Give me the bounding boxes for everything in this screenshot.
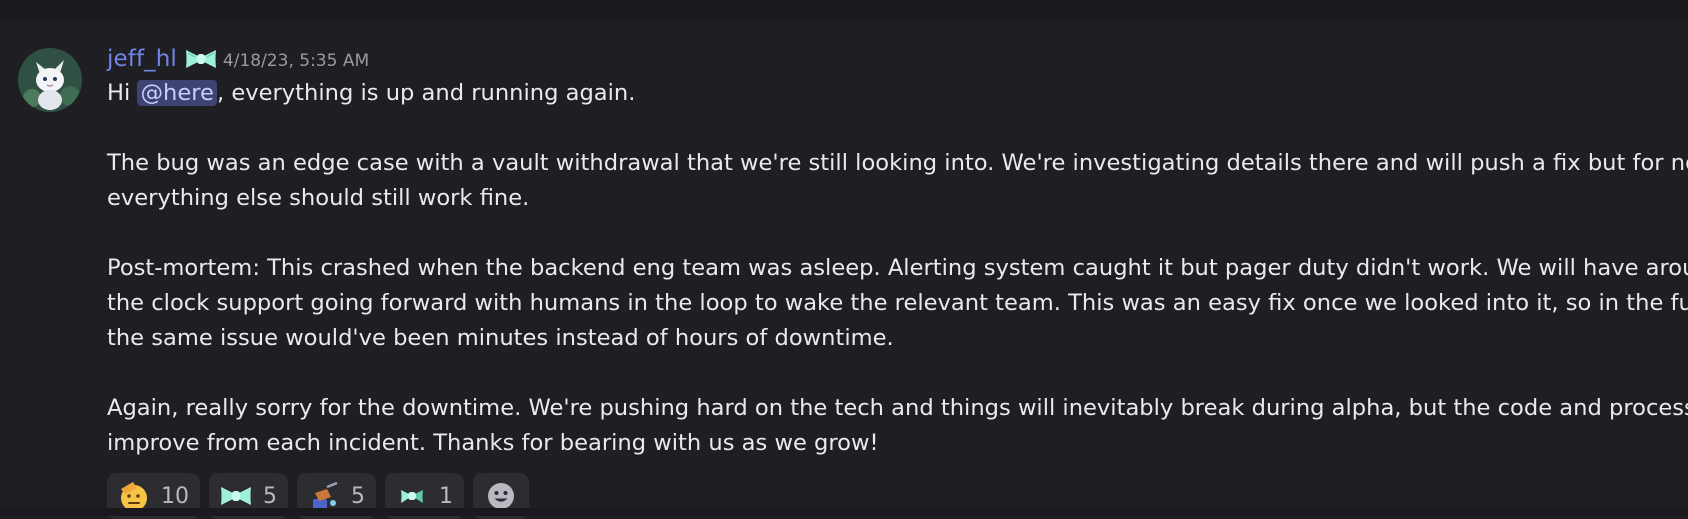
message-content: jeff_hl 4/18/23, 5:35 AM Hi @here, every… — [107, 44, 1688, 519]
username[interactable]: jeff_hl — [107, 46, 177, 72]
text-segment: Hi — [107, 80, 138, 106]
bottom-divider — [0, 508, 1688, 516]
top-divider — [0, 0, 1688, 20]
message-line: Hi @here, everything is up and running a… — [107, 76, 1677, 111]
avatar[interactable] — [18, 48, 82, 112]
message-timestamp: 4/18/23, 5:35 AM — [222, 50, 370, 71]
reaction-count: 5 — [351, 483, 365, 509]
text-segment: , everything is up and running again. — [216, 80, 636, 106]
message-header: jeff_hl 4/18/23, 5:35 AM — [107, 44, 1677, 74]
message-line: The bug was an edge case with a vault wi… — [107, 150, 1688, 176]
message-line: the same issue would've been minutes ins… — [107, 325, 894, 351]
bow-tie-role-icon — [184, 46, 218, 72]
here-mention[interactable]: @here — [137, 80, 217, 106]
message-line: Post-mortem: This crashed when the backe… — [107, 255, 1688, 281]
reaction-count: 1 — [439, 483, 453, 509]
message-line: Again, really sorry for the downtime. We… — [107, 395, 1688, 421]
chat-message: jeff_hl 4/18/23, 5:35 AM Hi @here, every… — [0, 20, 1688, 519]
reaction-count: 10 — [161, 483, 189, 509]
message-line: the clock support going forward with hum… — [107, 290, 1688, 316]
message-line: everything else should still work fine. — [107, 185, 530, 211]
reaction-count: 5 — [263, 483, 277, 509]
message-line: improve from each incident. Thanks for b… — [107, 430, 879, 456]
message-body: Hi @here, everything is up and running a… — [107, 76, 1688, 461]
